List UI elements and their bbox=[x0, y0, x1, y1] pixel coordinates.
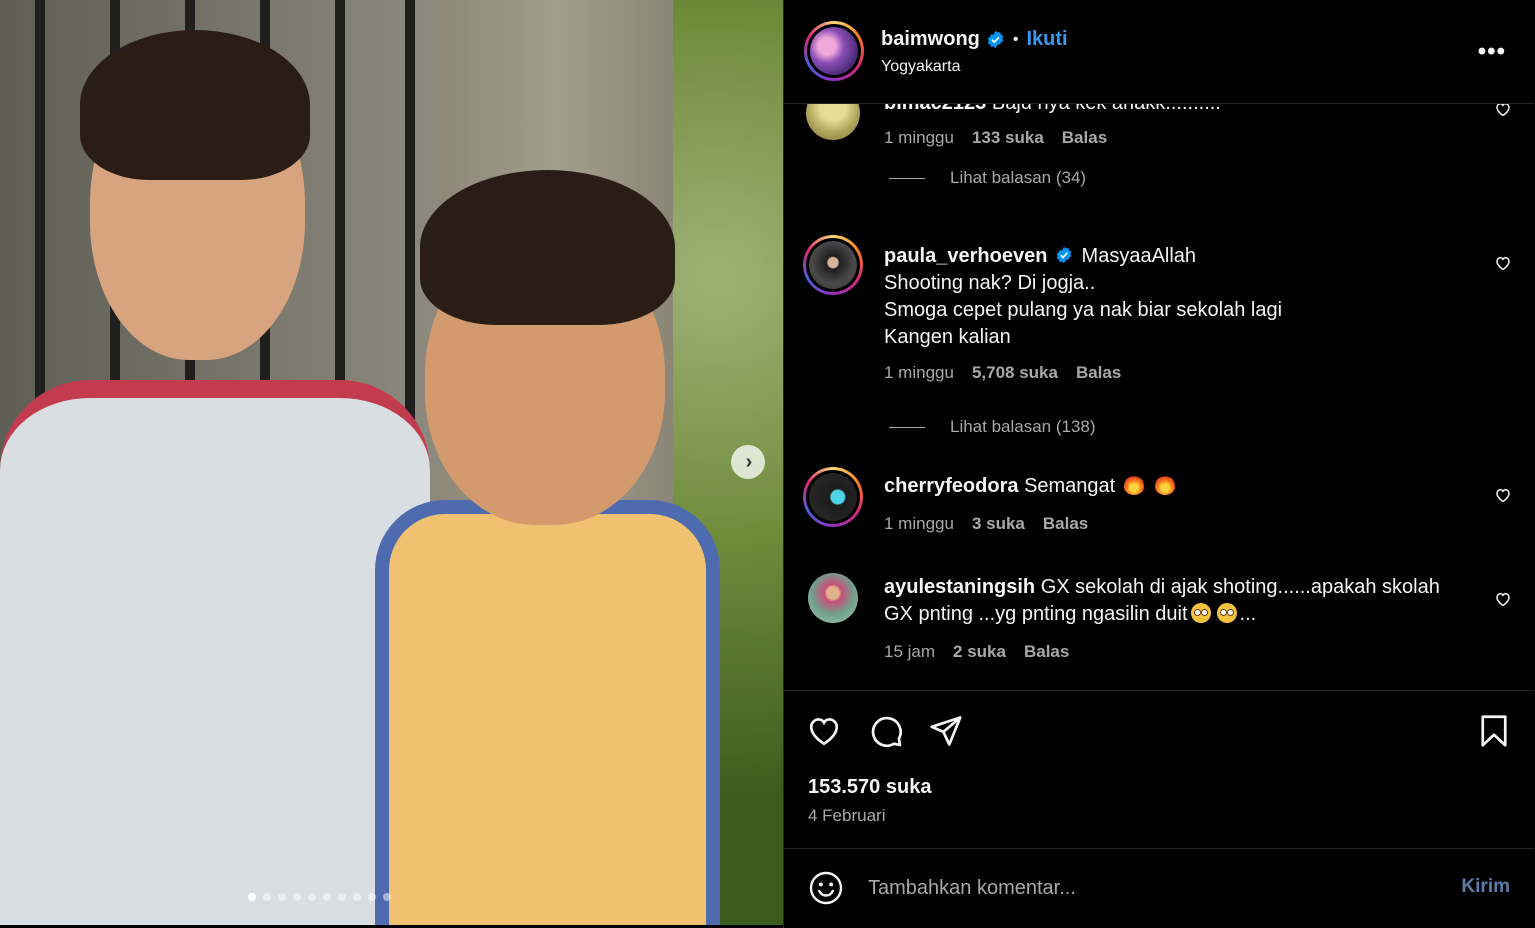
carousel-dot bbox=[338, 893, 346, 901]
comment-text-line: Kangen kalian bbox=[884, 326, 1011, 348]
likes-count[interactable]: 153.570 suka bbox=[808, 776, 931, 799]
comment-time[interactable]: 1 minggu bbox=[884, 128, 954, 148]
post-actions: 153.570 suka 4 Februari bbox=[784, 690, 1534, 848]
comment-like-icon[interactable] bbox=[1494, 104, 1512, 118]
comment-likes[interactable]: 2 suka bbox=[953, 642, 1006, 662]
fire-emoji-icon bbox=[1155, 475, 1176, 495]
view-replies-button[interactable]: Lihat balasan (138) bbox=[950, 417, 1096, 437]
author-avatar[interactable] bbox=[804, 21, 864, 81]
comment-like-icon[interactable] bbox=[1494, 254, 1512, 272]
commenter-username[interactable]: bimac2123 bbox=[884, 104, 986, 114]
bookmark-icon[interactable] bbox=[1476, 713, 1512, 749]
more-options-icon[interactable]: ••• bbox=[1478, 38, 1506, 66]
reply-button[interactable]: Balas bbox=[1062, 128, 1107, 148]
carousel-dot bbox=[368, 893, 376, 901]
comment-text-line: Smoga cepet pulang ya nak biar sekolah l… bbox=[884, 299, 1283, 321]
follow-button[interactable]: Ikuti bbox=[1027, 28, 1068, 51]
heart-icon[interactable] bbox=[806, 713, 842, 749]
comment-likes[interactable]: 133 suka bbox=[972, 128, 1044, 148]
commenter-username[interactable]: ayulestaningsih bbox=[884, 576, 1035, 598]
carousel-dot bbox=[308, 893, 316, 901]
flushed-emoji-icon bbox=[1216, 603, 1237, 623]
add-comment-bar: Kirim bbox=[784, 848, 1534, 928]
reply-button[interactable]: Balas bbox=[1024, 642, 1069, 662]
comment-text-end: ... bbox=[1239, 603, 1257, 625]
commenter-username[interactable]: cherryfeodora bbox=[884, 475, 1019, 497]
comment-time[interactable]: 1 minggu bbox=[884, 363, 954, 383]
commenter-avatar[interactable] bbox=[806, 104, 860, 140]
post-location[interactable]: Yogyakarta bbox=[881, 58, 960, 76]
comment-input[interactable] bbox=[868, 873, 1428, 903]
commenter-avatar[interactable] bbox=[803, 235, 863, 295]
comment-time[interactable]: 15 jam bbox=[884, 642, 935, 662]
carousel-dot bbox=[353, 893, 361, 901]
comment-likes[interactable]: 5,708 suka bbox=[972, 363, 1058, 383]
commenter-username[interactable]: paula_verhoeven bbox=[884, 245, 1047, 267]
comment-text: Semangat bbox=[1024, 475, 1116, 497]
view-replies-button[interactable]: Lihat balasan (34) bbox=[950, 168, 1086, 188]
carousel-dot bbox=[383, 893, 391, 901]
comment-like-icon[interactable] bbox=[1494, 486, 1512, 504]
post-details-panel: baimwong • Ikuti Yogyakarta ••• bimac212… bbox=[783, 0, 1535, 928]
author-username[interactable]: baimwong bbox=[881, 28, 980, 51]
carousel-dot bbox=[323, 893, 331, 901]
chevron-right-icon: › bbox=[745, 451, 753, 473]
comment-time[interactable]: 1 minggu bbox=[884, 514, 954, 534]
post-comment-button[interactable]: Kirim bbox=[1461, 876, 1510, 898]
fire-emoji-icon bbox=[1123, 475, 1144, 495]
carousel-dot bbox=[293, 893, 301, 901]
carousel-next-button[interactable]: › bbox=[731, 445, 765, 479]
commenter-avatar[interactable] bbox=[803, 467, 863, 527]
carousel-dot bbox=[248, 893, 256, 901]
comment-like-icon[interactable] bbox=[1494, 590, 1512, 608]
post-photo[interactable]: › bbox=[0, 0, 783, 925]
post-date[interactable]: 4 Februari bbox=[808, 806, 885, 826]
separator: • bbox=[1012, 30, 1019, 48]
reply-button[interactable]: Balas bbox=[1076, 363, 1121, 383]
flushed-emoji-icon bbox=[1190, 603, 1211, 623]
comment-icon[interactable] bbox=[868, 713, 904, 749]
share-icon[interactable] bbox=[928, 713, 964, 749]
comment-text: MasyaaAllah bbox=[1081, 245, 1197, 267]
comment-text: Baju nya kek anakk.......... bbox=[992, 104, 1221, 114]
carousel-indicator bbox=[248, 893, 391, 901]
comment-likes[interactable]: 3 suka bbox=[972, 514, 1025, 534]
reply-button[interactable]: Balas bbox=[1043, 514, 1088, 534]
carousel-dot bbox=[278, 893, 286, 901]
smile-icon[interactable] bbox=[808, 870, 844, 906]
carousel-dot bbox=[263, 893, 271, 901]
comment-text-line: Shooting nak? Di jogja.. bbox=[884, 272, 1096, 294]
post-header: baimwong • Ikuti Yogyakarta ••• bbox=[784, 0, 1534, 104]
comments-list[interactable]: bimac2123 Baju nya kek anakk.......... 1… bbox=[784, 104, 1534, 690]
verified-badge-icon bbox=[987, 30, 1004, 49]
verified-badge-icon bbox=[1056, 246, 1072, 264]
commenter-avatar[interactable] bbox=[808, 573, 858, 623]
